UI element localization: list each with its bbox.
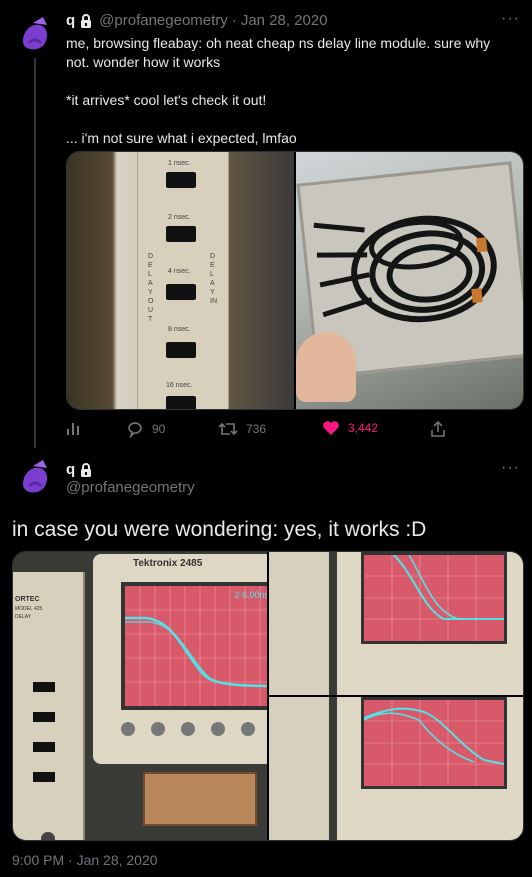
hand	[296, 332, 356, 402]
scope-readout: 2 6.00ns	[234, 590, 267, 600]
toggle-switch	[166, 226, 196, 242]
oscilloscope-body: Tektronix 2485 2 6.00ns	[93, 554, 267, 764]
display-name[interactable]: q	[66, 461, 75, 478]
avatar-icon	[23, 460, 48, 493]
reply-count: 90	[152, 422, 166, 436]
lock-icon	[81, 462, 92, 477]
toggle-switch	[33, 742, 55, 752]
avatar[interactable]	[13, 456, 57, 500]
module-model: MODEL 425	[15, 606, 43, 612]
photo-oscilloscope-main[interactable]: ORTEC MODEL 425 DELAY Tektronix 2485 2 6…	[13, 552, 267, 840]
tweet-header-name: q	[66, 461, 93, 478]
reply-button[interactable]: 90	[126, 420, 165, 438]
photo-oscilloscope-trace-b[interactable]	[269, 697, 523, 840]
oscilloscope-screen	[361, 697, 507, 789]
heart-icon	[323, 421, 339, 435]
toggle-switch	[33, 682, 55, 692]
more-options-icon[interactable]: ···	[501, 459, 520, 477]
tweet-text: in case you were wondering: yes, it work…	[12, 518, 427, 541]
tweet-media[interactable]: ORTEC MODEL 425 DELAY Tektronix 2485 2 6…	[12, 551, 524, 841]
panel-side-label: DELAY OUT	[148, 253, 154, 323]
oscilloscope-screen: 2 6.00ns	[121, 582, 267, 710]
delay-module-panel: 1 nsec. 2 nsec. 4 nsec. 8 nsec. 16 nsec.…	[137, 152, 229, 409]
thread-connector-line	[34, 58, 36, 448]
toggle-switch	[166, 342, 196, 358]
oscilloscope-trace	[364, 554, 504, 641]
ortec-module	[269, 697, 329, 840]
retweet-button[interactable]: 736	[218, 420, 266, 438]
switch-label: 2 nsec.	[168, 214, 191, 221]
tweet-date[interactable]: Jan 28, 2020	[241, 12, 328, 29]
retweet-count: 736	[246, 422, 267, 436]
handle[interactable]: @profanegeometry	[99, 12, 228, 29]
oscilloscope-body	[337, 697, 523, 840]
share-icon	[431, 420, 445, 437]
analytics-icon	[67, 423, 79, 435]
handle[interactable]: @profanegeometry	[66, 479, 195, 496]
ortec-module	[269, 552, 329, 695]
tweet-timestamp[interactable]: 9:00 PM · Jan 28, 2020	[12, 852, 158, 868]
analytics-button[interactable]	[66, 420, 82, 436]
switch-label: 16 nsec.	[166, 382, 193, 389]
switch-label: 1 nsec.	[168, 160, 191, 167]
more-options-icon[interactable]: ···	[501, 10, 520, 28]
tweet-media[interactable]: 1 nsec. 2 nsec. 4 nsec. 8 nsec. 16 nsec.…	[66, 151, 524, 410]
switch-label: 8 nsec.	[168, 326, 191, 333]
like-count: 3,442	[348, 421, 379, 435]
oscilloscope-screen	[361, 552, 507, 644]
scope-brand: Tektronix 2485	[133, 558, 203, 569]
avatar-icon	[23, 17, 48, 50]
avatar[interactable]	[13, 13, 57, 57]
scope-knobs	[113, 714, 263, 744]
bnc-connector	[41, 832, 55, 840]
oscilloscope-body	[337, 552, 523, 695]
toggle-switch	[33, 772, 55, 782]
circuit-board	[143, 772, 257, 826]
toggle-switch	[33, 712, 55, 722]
toggle-switch	[166, 172, 196, 188]
oscilloscope-trace	[363, 700, 505, 786]
ortec-module: ORTEC MODEL 425 DELAY	[13, 572, 85, 840]
toggle-switch	[166, 284, 196, 300]
separator: ·	[231, 12, 237, 29]
tweet-header: q @profanegeometry · Jan 28, 2020	[66, 12, 328, 29]
like-button[interactable]: 3,442	[322, 420, 378, 436]
module-label: DELAY	[15, 614, 32, 620]
photo-coiled-cables[interactable]	[296, 152, 523, 409]
lock-icon	[81, 13, 92, 28]
photo-delay-panel[interactable]: 1 nsec. 2 nsec. 4 nsec. 8 nsec. 16 nsec.…	[67, 152, 294, 409]
share-button[interactable]	[430, 420, 446, 438]
reply-icon	[128, 422, 142, 438]
photo-oscilloscope-trace-a[interactable]	[269, 552, 523, 695]
panel-side-label: DELAY IN	[210, 253, 217, 305]
display-name[interactable]: q	[66, 12, 75, 29]
switch-label: 4 nsec.	[168, 268, 191, 275]
toggle-switch	[166, 396, 196, 409]
module-brand: ORTEC	[15, 596, 40, 603]
retweet-icon	[218, 422, 238, 436]
oscilloscope-trace	[125, 586, 267, 706]
tweet-header-handle: @profanegeometry	[66, 479, 195, 496]
tweet-text: me, browsing fleabay: oh neat cheap ns d…	[66, 35, 491, 146]
